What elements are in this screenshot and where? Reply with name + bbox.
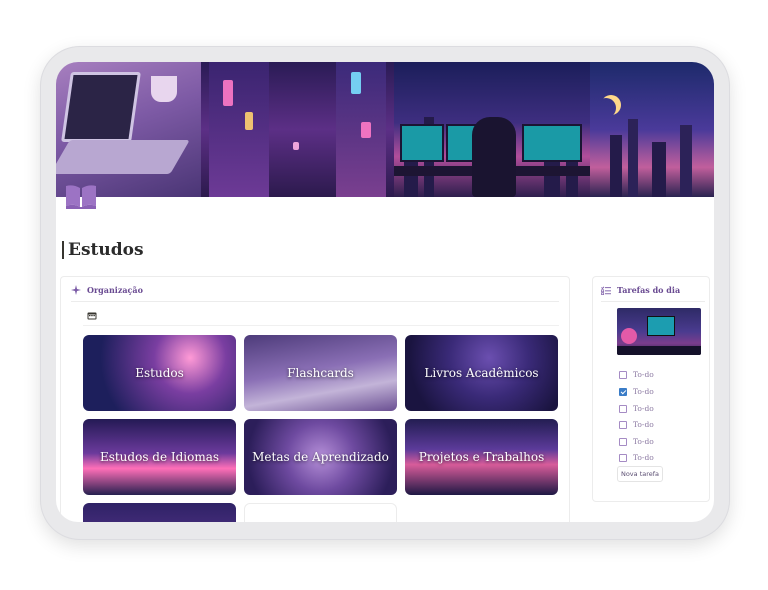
- organizacao-title: Organização: [87, 285, 143, 295]
- card-label: Projetos e Trabalhos: [418, 449, 545, 464]
- todo-label: To-do: [633, 453, 654, 462]
- todo-label: To-do: [633, 404, 654, 413]
- todo-item[interactable]: To-do: [619, 404, 654, 413]
- todo-label: To-do: [633, 387, 654, 396]
- divider: [71, 301, 559, 302]
- page-title-bar: Estudos: [62, 238, 144, 262]
- divider: [601, 301, 705, 302]
- todo-label: To-do: [633, 420, 654, 429]
- cover-neon-street: [201, 62, 394, 197]
- gallery-card-flashcards[interactable]: Flashcards: [244, 335, 397, 411]
- todo-item[interactable]: To-do: [619, 453, 654, 462]
- moon-icon: [596, 98, 616, 118]
- gallery-card-metas-de-aprendizado[interactable]: Metas de Aprendizado: [244, 419, 397, 495]
- todo-item[interactable]: To-do: [619, 437, 654, 446]
- card-label: Estudos: [135, 365, 184, 380]
- sparkle-icon: [71, 285, 81, 295]
- tarefas-panel: Tarefas do dia To-do To-do To-do To-do T…: [592, 276, 710, 502]
- cover-laptop-scene: [56, 62, 201, 197]
- new-task-button[interactable]: Nova tarefa: [617, 466, 663, 482]
- divider: [83, 325, 559, 326]
- cover-moon-city: [590, 62, 714, 197]
- notion-page: Estudos Organização Estudos Flashcards L…: [56, 62, 714, 522]
- todo-checkbox[interactable]: [619, 420, 627, 429]
- gallery-card[interactable]: [244, 503, 397, 522]
- gallery-card-projetos-e-trabalhos[interactable]: Projetos e Trabalhos: [405, 419, 558, 495]
- tarefas-title: Tarefas do dia: [617, 285, 681, 295]
- card-label: Livros Acadêmicos: [424, 365, 539, 380]
- todo-checkbox[interactable]: [619, 437, 627, 446]
- gallery-card-estudos[interactable]: Estudos: [83, 335, 236, 411]
- todo-label: To-do: [633, 437, 654, 446]
- todo-checkbox[interactable]: [619, 453, 627, 462]
- page-title[interactable]: Estudos: [68, 240, 144, 260]
- checklist-icon: [601, 286, 611, 295]
- open-book-icon: [66, 185, 96, 209]
- title-divider: [62, 241, 64, 259]
- cover-banner: [56, 62, 714, 197]
- todo-item[interactable]: To-do: [619, 387, 654, 396]
- calendar-icon[interactable]: [87, 311, 97, 320]
- todo-item[interactable]: To-do: [619, 420, 654, 429]
- todo-label: To-do: [633, 370, 654, 379]
- todo-checkbox[interactable]: [619, 370, 627, 379]
- tarefas-cover-image: [617, 308, 701, 355]
- gallery-card-livros-academicos[interactable]: Livros Acadêmicos: [405, 335, 558, 411]
- gallery-card-estudos-de-idiomas[interactable]: Estudos de Idiomas: [83, 419, 236, 495]
- todo-item[interactable]: To-do: [619, 370, 654, 379]
- organizacao-panel: Organização Estudos Flashcards Livros Ac…: [60, 276, 570, 522]
- card-label: Metas de Aprendizado: [252, 449, 389, 464]
- todo-checkbox[interactable]: [619, 387, 627, 396]
- card-label: Estudos de Idiomas: [99, 449, 220, 464]
- organizacao-header[interactable]: Organização: [71, 285, 143, 295]
- gallery-card[interactable]: [83, 503, 236, 522]
- todo-checkbox[interactable]: [619, 404, 627, 413]
- tarefas-header[interactable]: Tarefas do dia: [601, 285, 680, 295]
- card-label: Flashcards: [287, 365, 354, 380]
- cover-gaming-desk: [394, 62, 590, 197]
